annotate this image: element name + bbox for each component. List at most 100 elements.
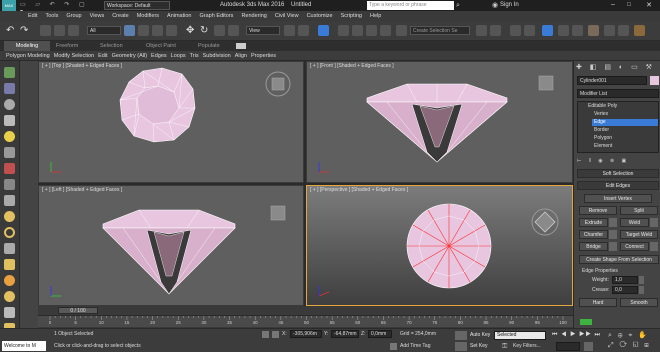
create-box-icon[interactable] <box>4 83 15 94</box>
insert-vertex-button[interactable]: Insert Vertex <box>584 194 652 203</box>
current-frame-field[interactable] <box>556 342 580 351</box>
graphite-toolbar-icon[interactable] <box>542 25 553 36</box>
menu-rendering[interactable]: Rendering <box>237 11 270 21</box>
create-spacewarp-icon[interactable] <box>4 179 15 190</box>
panel-properties[interactable]: Properties <box>249 51 278 61</box>
menu-civil-view[interactable]: Civil View <box>271 11 303 21</box>
playback-controls[interactable]: ⏮ ◀ ▶ ▶▶ ⏭ <box>552 331 602 340</box>
tab-populate[interactable]: Populate <box>198 41 220 51</box>
create-helper-icon[interactable] <box>4 163 15 174</box>
menu-edit[interactable]: Edit <box>24 11 41 21</box>
smooth-button[interactable]: Smooth <box>620 298 658 307</box>
rendered-frame-icon[interactable] <box>618 25 629 36</box>
modifier-list-dropdown[interactable]: Modifier List <box>577 89 659 98</box>
crease-field[interactable]: 0,0 <box>612 286 638 294</box>
close-button[interactable]: ✕ <box>640 0 658 11</box>
panel-tris[interactable]: Tris <box>188 51 201 61</box>
minimize-button[interactable]: – <box>606 0 620 11</box>
timeline-ruler[interactable]: 0 5 10 15 20 25 30 35 40 45 50 55 60 65 70 75 80 85 90 95 10… <box>38 315 573 327</box>
window-crossing-icon[interactable] <box>166 25 177 36</box>
create-shape-button[interactable]: Create Shape From Selection <box>579 255 659 264</box>
object-name-field[interactable]: Cylinder001 <box>577 76 647 85</box>
time-slider[interactable]: 0 / 100 <box>58 307 98 314</box>
undo-icon[interactable]: ↶ <box>6 25 17 36</box>
menu-create[interactable]: Create <box>108 11 133 21</box>
snaps-toggle-icon[interactable] <box>338 25 349 36</box>
y-coordinate-field[interactable]: -64,87mm <box>331 330 359 338</box>
remove-button[interactable]: Remove <box>579 206 617 215</box>
stack-edge[interactable]: Edge <box>592 119 658 126</box>
menu-graph-editors[interactable]: Graph Editors <box>196 11 238 21</box>
panel-modify-selection[interactable]: Modify Selection <box>52 51 96 61</box>
panel-edges[interactable]: Edges <box>149 51 169 61</box>
create-teapot-icon[interactable] <box>4 275 15 286</box>
panel-polygon-modeling[interactable]: Polygon Modeling <box>4 51 52 61</box>
add-time-tag[interactable]: Add Time Tag <box>400 343 430 349</box>
menu-animation[interactable]: Animation <box>163 11 195 21</box>
key-filters-button[interactable]: Key Filters... <box>513 343 541 349</box>
chamfer-button[interactable]: Chamfer <box>579 230 608 239</box>
create-light-icon[interactable] <box>4 131 15 142</box>
soft-selection-rollout[interactable]: Soft Selection <box>577 169 659 178</box>
create-pyramid-icon[interactable] <box>4 259 15 270</box>
app-logo[interactable]: MAX <box>2 0 16 11</box>
time-tag-icon[interactable] <box>390 343 397 350</box>
create-geosphere-icon[interactable] <box>4 291 15 302</box>
connect-button[interactable]: Connect <box>620 242 649 251</box>
spinner-snap-icon[interactable] <box>380 25 391 36</box>
menu-help[interactable]: Help <box>366 11 385 21</box>
weight-spinner[interactable] <box>639 276 644 284</box>
navigation-controls[interactable]: ⌕ ⊕ ⌖ ✋ ⤢ ⟳ ◱ ⊞ <box>608 331 658 351</box>
create-cylinder-icon[interactable] <box>4 115 15 126</box>
panel-align[interactable]: Align <box>233 51 249 61</box>
quick-access-icons[interactable]: ▭ ▱ ↶ ↷ ▢ ▾ <box>20 2 100 15</box>
z-coordinate-field[interactable]: 0,0mm <box>368 330 392 338</box>
split-button[interactable]: Split <box>620 206 658 215</box>
weld-button[interactable]: Weld <box>620 218 649 227</box>
create-sphere-icon[interactable] <box>4 99 15 110</box>
schematic-view-icon[interactable] <box>572 25 583 36</box>
viewport-perspective[interactable]: [ + ] [Perspective ] [Shaded + Edged Fac… <box>306 185 573 306</box>
connect-settings-button[interactable] <box>650 242 658 251</box>
toggle-scene-explorer-icon[interactable] <box>510 25 521 36</box>
weld-settings-button[interactable] <box>650 218 658 227</box>
create-shape-icon[interactable] <box>4 195 15 206</box>
tab-object-paint[interactable]: Object Paint <box>146 41 176 51</box>
material-editor-icon[interactable] <box>588 25 599 36</box>
stack-editable-poly[interactable]: Editable Poly <box>588 103 617 110</box>
key-mode-icon[interactable] <box>455 331 467 340</box>
time-config-icon[interactable] <box>584 342 593 351</box>
create-torus-icon[interactable] <box>4 227 15 238</box>
command-panel-tabs[interactable]: ✚ ◧ ▤ ◐ ▭ ⚒ <box>576 63 659 73</box>
select-by-name-icon[interactable] <box>138 25 149 36</box>
create-tube-icon[interactable] <box>4 243 15 254</box>
stack-tools-icons[interactable]: ⊢ ǁ ◉ ⊗ ▣ <box>577 157 659 165</box>
link-icon[interactable] <box>40 25 51 36</box>
reference-coordinate-dropdown[interactable]: View <box>246 26 280 35</box>
redo-icon[interactable]: ↷ <box>20 25 31 36</box>
stack-vertex[interactable]: Vertex <box>594 111 608 118</box>
mirror-icon[interactable] <box>476 25 487 36</box>
panel-loops[interactable]: Loops <box>169 51 188 61</box>
select-object-icon[interactable] <box>124 25 135 36</box>
named-selection-set-dropdown[interactable]: Create Selection Se <box>410 26 470 35</box>
x-coordinate-field[interactable]: -305,906m <box>290 330 322 338</box>
create-cone-icon[interactable] <box>4 211 15 222</box>
auto-key-button[interactable]: Auto Key <box>470 331 492 340</box>
crease-spinner[interactable] <box>639 286 644 294</box>
ribbon-options-icon[interactable] <box>236 43 246 49</box>
search-icon[interactable]: ⌕ <box>456 1 465 10</box>
curve-editor-icon[interactable] <box>558 25 569 36</box>
key-filters-icon[interactable]: ⚿ <box>502 342 511 351</box>
hard-button[interactable]: Hard <box>579 298 617 307</box>
search-input[interactable]: Type a keyword or phrase <box>367 1 454 10</box>
pivot-center-icon[interactable] <box>284 25 295 36</box>
panel-edit[interactable]: Edit <box>96 51 109 61</box>
extrude-button[interactable]: Extrude <box>579 218 608 227</box>
stack-polygon[interactable]: Polygon <box>594 135 612 142</box>
scale-icon[interactable] <box>214 25 225 36</box>
maximize-button[interactable]: □ <box>622 0 636 11</box>
toggle-layer-explorer-icon[interactable] <box>524 25 535 36</box>
selected-set-dropdown[interactable]: Selected <box>494 331 546 340</box>
select-manipulate-icon[interactable] <box>298 25 309 36</box>
